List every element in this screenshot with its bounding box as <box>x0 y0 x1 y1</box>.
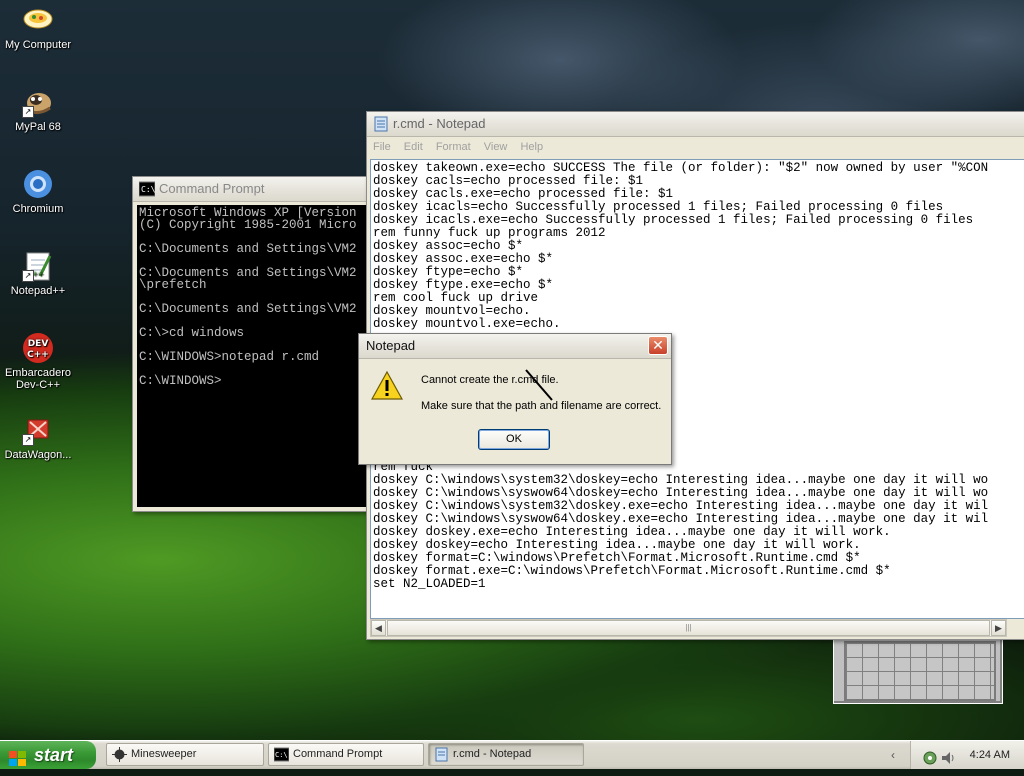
datawagon-icon: ↗ <box>22 414 54 446</box>
notepad-titlebar[interactable]: r.cmd - Notepad <box>367 112 1024 137</box>
scroll-right-button[interactable]: ▶ <box>991 620 1006 636</box>
notepad-title: r.cmd - Notepad <box>393 116 486 131</box>
system-tray: ‹ 4:24 AM <box>891 741 1024 769</box>
desktop-icon-datawagon[interactable]: ↗ DataWagon... <box>0 414 76 461</box>
scroll-thumb[interactable]: ||| <box>387 620 990 636</box>
notepadpp-icon: ++ ↗ <box>22 250 54 282</box>
cmd-title: Command Prompt <box>159 181 265 196</box>
cmd-line: C:\>cd windows <box>139 326 245 340</box>
notepad-menubar: File Edit Format View Help <box>367 137 1024 157</box>
taskbar-item-notepad[interactable]: r.cmd - Notepad <box>428 743 584 766</box>
cmd-line: C:\WINDOWS>notepad r.cmd <box>139 350 320 364</box>
desktop-icon-label: MyPal 68 <box>15 121 61 133</box>
devcpp-icon: DEV C++ <box>22 332 54 364</box>
start-button[interactable]: start <box>0 741 96 769</box>
cmd-line: C:\WINDOWS> <box>139 374 222 388</box>
volume-icon[interactable] <box>941 748 955 764</box>
minesweeper-grid[interactable] <box>844 641 996 701</box>
dialog-title: Notepad <box>366 338 416 353</box>
svg-text:C:\: C:\ <box>141 185 155 194</box>
menu-help[interactable]: Help <box>520 141 543 153</box>
minesweeper-window[interactable] <box>833 636 1003 704</box>
svg-text:C++: C++ <box>27 350 49 360</box>
desktop-icon-label: Notepad++ <box>10 285 66 297</box>
network-icon[interactable] <box>923 748 937 765</box>
my-computer-icon <box>22 4 54 36</box>
shortcut-arrow-icon: ↗ <box>22 106 34 118</box>
notepad-icon <box>434 747 449 762</box>
cmd-icon: C:\ <box>138 181 156 197</box>
start-label: start <box>34 745 74 765</box>
svg-text:C:\: C:\ <box>275 751 288 759</box>
cmd-line: \prefetch <box>139 278 207 292</box>
scroll-left-button[interactable]: ◀ <box>371 620 386 636</box>
desktop-icon-label: Chromium <box>12 203 64 215</box>
notepad-line: set N2_LOADED=1 <box>373 577 486 591</box>
taskbar-item-label: Command Prompt <box>293 748 383 760</box>
desktop-icon-my-computer[interactable]: My Computer <box>0 4 76 51</box>
menu-file[interactable]: File <box>373 141 391 153</box>
taskbar: start Minesweeper C:\ Command Prompt r.c… <box>0 740 1024 769</box>
dialog-close-button[interactable]: ✕ <box>648 336 668 355</box>
dialog-titlebar[interactable]: Notepad ✕ <box>359 334 671 359</box>
notepad-icon <box>373 116 389 132</box>
desktop-icon-mypal[interactable]: ↗ MyPal 68 <box>0 86 76 133</box>
ok-button[interactable]: OK <box>478 429 550 450</box>
svg-text:DEV: DEV <box>28 339 49 349</box>
chromium-icon <box>22 168 54 200</box>
cmd-line: C:\Documents and Settings\VM2 <box>139 242 357 256</box>
taskbar-item-command-prompt[interactable]: C:\ Command Prompt <box>268 743 424 766</box>
mypal-icon: ↗ <box>22 86 54 118</box>
cmd-icon: C:\ <box>273 747 290 762</box>
taskbar-item-label: r.cmd - Notepad <box>453 748 532 760</box>
taskbar-item-minesweeper[interactable]: Minesweeper <box>106 743 264 766</box>
desktop-icon-chromium[interactable]: Chromium <box>0 168 76 215</box>
cmd-line: (C) Copyright 1985-2001 Micro <box>139 218 357 232</box>
show-hidden-icons-icon[interactable]: ‹ <box>891 748 905 762</box>
cmd-console[interactable]: Microsoft Windows XP [Version (C) Copyrig… <box>137 205 373 507</box>
windows-flag-icon <box>9 747 27 766</box>
horizontal-scrollbar[interactable]: ◀ ||| ▶ <box>370 619 1007 637</box>
shortcut-arrow-icon: ↗ <box>22 434 34 446</box>
menu-view[interactable]: View <box>484 141 508 153</box>
command-prompt-window[interactable]: C:\ Command Prompt Microsoft Windows XP … <box>132 176 374 512</box>
cmd-line: C:\Documents and Settings\VM2 <box>139 302 357 316</box>
menu-edit[interactable]: Edit <box>404 141 423 153</box>
desktop-icon-notepadpp[interactable]: ++ ↗ Notepad++ <box>0 250 76 297</box>
clock[interactable]: 4:24 AM <box>970 741 1010 769</box>
menu-format[interactable]: Format <box>436 141 471 153</box>
minesweeper-icon <box>112 747 127 762</box>
notepad-line: doskey mountvol.exe=echo. <box>373 317 561 331</box>
warning-icon <box>370 370 404 402</box>
shortcut-arrow-icon: ↗ <box>22 270 34 282</box>
mouse-cursor-icon <box>525 369 553 401</box>
cmd-titlebar[interactable]: C:\ Command Prompt <box>133 177 373 202</box>
desktop-icon-label: Embarcadero Dev-C++ <box>4 367 72 391</box>
desktop-icon-devcpp[interactable]: DEV C++ Embarcadero Dev-C++ <box>0 332 76 391</box>
desktop-icon-label: My Computer <box>4 39 72 51</box>
taskbar-item-label: Minesweeper <box>131 748 197 760</box>
error-dialog[interactable]: Notepad ✕ Cannot create the r.cmd file. … <box>358 333 672 465</box>
desktop-icon-label: DataWagon... <box>4 449 72 461</box>
